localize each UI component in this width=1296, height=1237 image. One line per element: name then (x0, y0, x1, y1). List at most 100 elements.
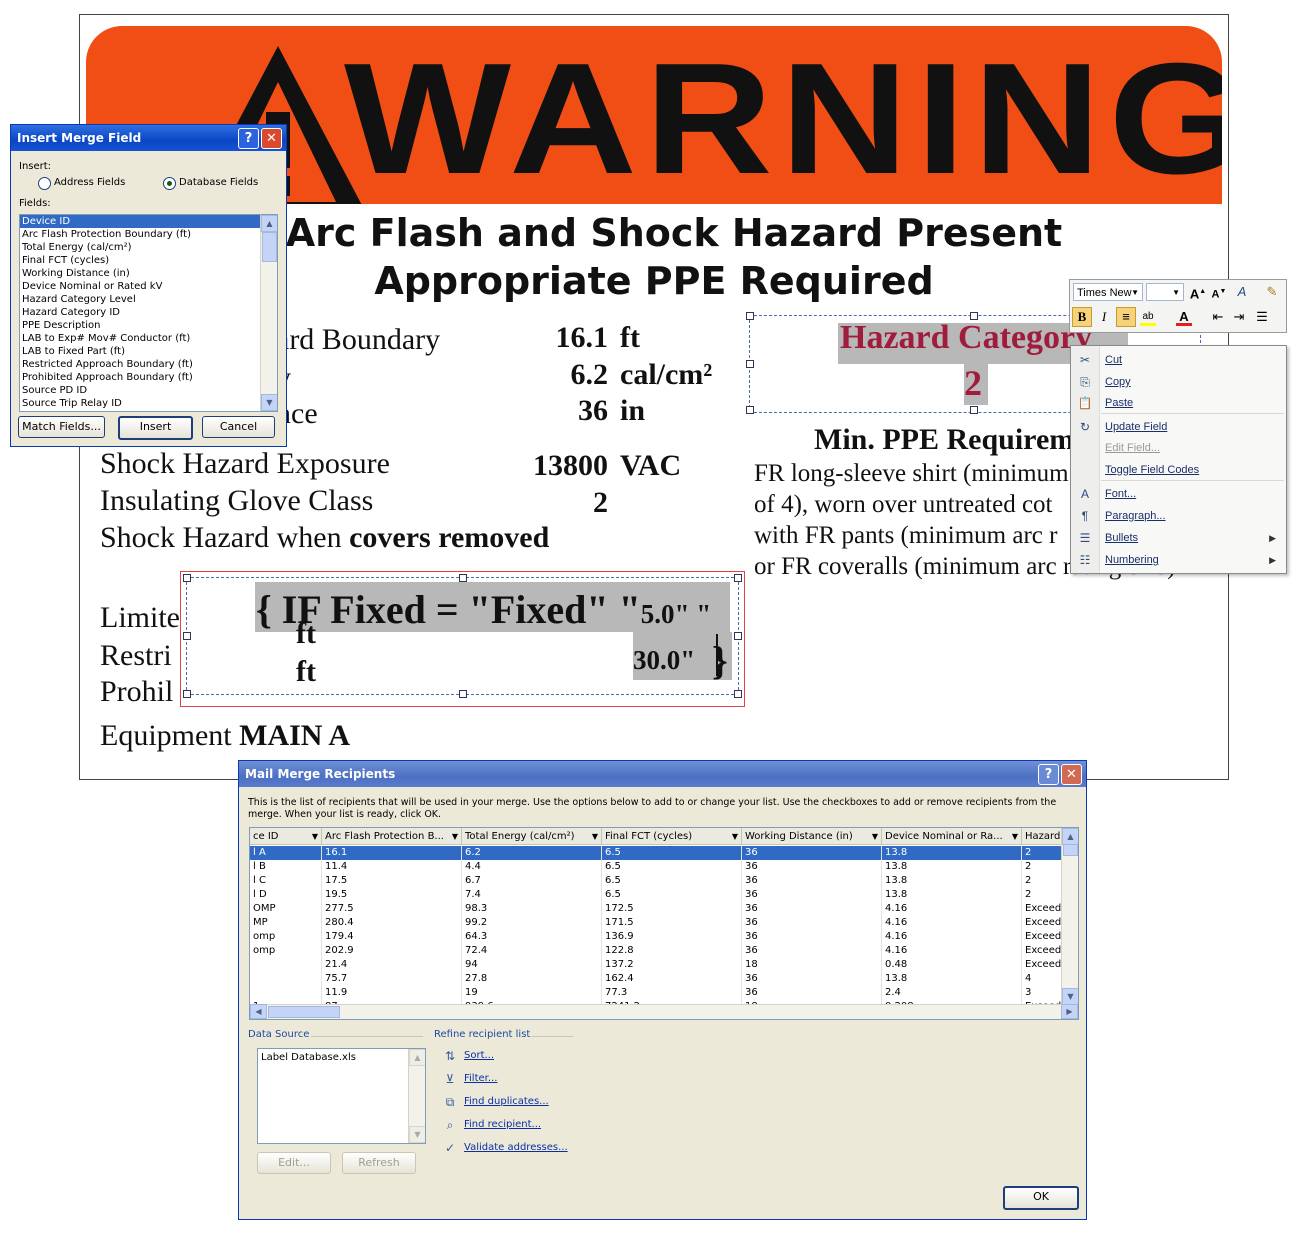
resize-handle[interactable] (183, 632, 191, 640)
increase-indent-icon[interactable]: ⇥ (1229, 307, 1249, 327)
font-name-box[interactable]: Times New ▼ (1073, 283, 1143, 301)
scroll-down-icon[interactable]: ▼ (1062, 988, 1078, 1005)
menu-item-copy[interactable]: ⎘ Copy (1071, 372, 1286, 392)
column-dropdown-icon[interactable]: ▼ (312, 828, 318, 844)
menu-item-numbering[interactable]: ☷ Numbering ▶ (1071, 550, 1286, 570)
resize-handle[interactable] (734, 690, 742, 698)
scroll-down-icon[interactable]: ▼ (409, 1126, 425, 1143)
cancel-button[interactable]: Cancel (202, 416, 275, 438)
menu-item-font[interactable]: A Font... (1071, 484, 1286, 504)
field-item[interactable]: LAB to Exp# Mov# Conductor (ft) (20, 332, 277, 345)
column-header[interactable]: Working Distance (in) ▼ (742, 828, 882, 845)
field-item[interactable]: Device Nominal or Rated kV (20, 280, 277, 293)
field-item[interactable]: Device ID (20, 215, 277, 228)
resize-handle[interactable] (734, 574, 742, 582)
field-item[interactable]: Total Energy (cal/cm²) (20, 241, 277, 254)
column-header[interactable]: Arc Flash Protection B... ▼ (322, 828, 462, 845)
data-source-scrollbar[interactable]: ▲ ▼ (408, 1049, 425, 1143)
scroll-thumb[interactable] (268, 1006, 340, 1018)
decrease-indent-icon[interactable]: ⇤ (1208, 307, 1228, 327)
column-dropdown-icon[interactable]: ▼ (1012, 828, 1018, 844)
table-row[interactable]: l A 16.1 6.2 6.5 36 13.8 2 (250, 846, 1062, 860)
column-dropdown-icon[interactable]: ▼ (872, 828, 878, 844)
scroll-up-icon[interactable]: ▲ (1062, 828, 1078, 845)
mini-formatting-toolbar[interactable]: Times New ▼ ▼ A▲ A▼ A ✎ B I ≡ ab A ⇤ ⇥ ☰ (1069, 279, 1287, 333)
fields-scrollbar[interactable]: ▲ ▼ (260, 215, 277, 411)
table-row[interactable]: OMP277.598.3172.5364.16Exceeds (250, 902, 1062, 916)
column-header[interactable]: Final FCT (cycles) ▼ (602, 828, 742, 845)
scroll-down-icon[interactable]: ▼ (261, 394, 277, 411)
table-row[interactable]: MP280.499.2171.5364.16Exceeds (250, 916, 1062, 930)
refine-link[interactable]: Filter... (464, 1073, 497, 1084)
column-header[interactable]: Hazard (1022, 828, 1062, 845)
font-color-icon[interactable]: A (1174, 307, 1194, 327)
ok-button[interactable]: OK (1003, 1186, 1079, 1210)
grid-horizontal-scrollbar[interactable]: ◀ ▶ (250, 1004, 1078, 1019)
refine-link[interactable]: Sort... (464, 1050, 494, 1061)
refine-link[interactable]: Find recipient... (464, 1119, 541, 1130)
resize-handle[interactable] (746, 360, 754, 368)
table-row[interactable]: l D 19.5 7.4 6.5 36 13.8 2 (250, 888, 1062, 902)
field-item[interactable]: LAB to Fixed Part (ft) (20, 345, 277, 358)
refresh-button[interactable]: Refresh (342, 1152, 416, 1174)
field-item[interactable]: Source PD ID (20, 384, 277, 397)
font-size-box[interactable]: ▼ (1146, 283, 1184, 301)
field-item[interactable]: Arc Flash Protection Boundary (ft) (20, 228, 277, 241)
column-header[interactable]: Device Nominal or Ra... ▼ (882, 828, 1022, 845)
column-header[interactable]: Total Energy (cal/cm²) ▼ (462, 828, 602, 845)
grow-font-icon[interactable]: A▲ (1188, 282, 1208, 302)
column-header[interactable]: ce ID ▼ (250, 828, 322, 845)
menu-item-bullets[interactable]: ☰ Bullets ▶ (1071, 528, 1286, 548)
scroll-left-icon[interactable]: ◀ (250, 1004, 267, 1019)
field-item[interactable]: Restricted Approach Boundary (ft) (20, 358, 277, 371)
grid-vertical-scrollbar[interactable]: ▲ ▼ (1061, 828, 1078, 1005)
dialog-titlebar[interactable]: Insert Merge Field ? ✕ (11, 125, 286, 151)
resize-handle[interactable] (746, 312, 754, 320)
table-row[interactable]: 75.7 27.8 162.4 36 13.8 4 (250, 972, 1062, 986)
scroll-up-icon[interactable]: ▲ (261, 215, 277, 232)
address-fields-label[interactable]: Address Fields (54, 177, 125, 188)
field-item[interactable]: Final FCT (cycles) (20, 254, 277, 267)
data-source-listbox[interactable]: Label Database.xls ▲ ▼ (257, 1048, 426, 1144)
resize-handle[interactable] (459, 574, 467, 582)
menu-item-paragraph[interactable]: ¶ Paragraph... (1071, 506, 1286, 526)
help-icon[interactable]: ? (1038, 764, 1059, 785)
scroll-thumb[interactable] (262, 232, 277, 262)
address-fields-radio[interactable] (38, 177, 51, 190)
field-item[interactable]: Working Distance (in) (20, 267, 277, 280)
table-row[interactable]: l B 11.4 4.4 6.5 36 13.8 2 (250, 860, 1062, 874)
bullets-icon[interactable]: ☰ (1252, 307, 1272, 327)
insert-merge-field-dialog[interactable]: Insert Merge Field ? ✕ Insert: Address F… (10, 124, 287, 447)
field-item[interactable]: Hazard Category Level (20, 293, 277, 306)
center-align-icon[interactable]: ≡ (1116, 307, 1136, 327)
insert-button[interactable]: Insert (118, 416, 193, 440)
column-dropdown-icon[interactable]: ▼ (452, 828, 458, 844)
database-fields-radio[interactable] (163, 177, 176, 190)
if-field-code-text[interactable]: { IF Fixed = "Fixed" "5.0" " (256, 586, 711, 633)
field-item[interactable]: Hazard Category ID (20, 306, 277, 319)
bold-icon[interactable]: B (1072, 307, 1092, 327)
fields-listbox[interactable]: Device ID Arc Flash Protection Boundary (… (19, 214, 278, 412)
field-item[interactable]: Prohibited Approach Boundary (ft) (20, 371, 277, 384)
styles-icon[interactable]: A (1232, 282, 1252, 302)
menu-item-cut[interactable]: ✂ Cut (1071, 350, 1286, 370)
mail-merge-recipients-dialog[interactable]: Mail Merge Recipients ? ✕ This is the li… (238, 760, 1087, 1220)
menu-item-edit-field[interactable]: Edit Field... (1071, 438, 1286, 458)
dialog-titlebar[interactable]: Mail Merge Recipients ? ✕ (239, 761, 1086, 787)
menu-item-paste[interactable]: 📋 Paste (1071, 393, 1286, 413)
database-fields-label[interactable]: Database Fields (179, 177, 258, 188)
recipients-grid[interactable]: ce ID ▼ Arc Flash Protection B... ▼ Total En… (249, 827, 1079, 1020)
help-icon[interactable]: ? (238, 128, 259, 149)
field-item[interactable]: PPE Description (20, 319, 277, 332)
column-dropdown-icon[interactable]: ▼ (592, 828, 598, 844)
close-icon[interactable]: ✕ (261, 128, 282, 149)
table-row[interactable]: omp179.464.3136.9364.16Exceeds (250, 930, 1062, 944)
data-source-item[interactable]: Label Database.xls (258, 1051, 425, 1064)
resize-handle[interactable] (970, 406, 978, 414)
table-row[interactable]: 11.9 19 77.3 36 2.4 3 (250, 986, 1062, 1000)
italic-icon[interactable]: I (1094, 307, 1114, 327)
resize-handle[interactable] (183, 690, 191, 698)
table-row[interactable]: omp202.972.4122.8364.16Exceeds (250, 944, 1062, 958)
table-row[interactable]: l C 17.5 6.7 6.5 36 13.8 2 (250, 874, 1062, 888)
column-dropdown-icon[interactable]: ▼ (732, 828, 738, 844)
